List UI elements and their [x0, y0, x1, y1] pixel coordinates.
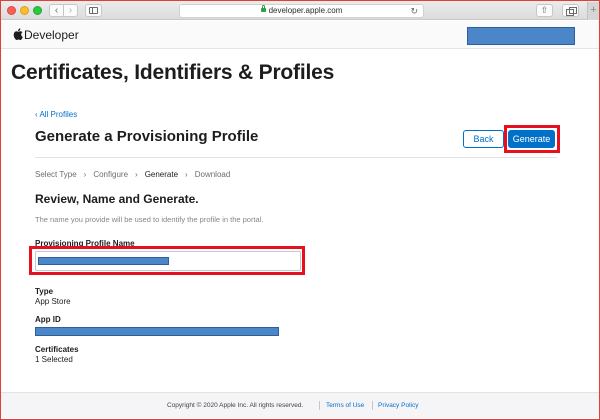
profile-name-redacted — [38, 257, 169, 265]
address-bar-url: developer.apple.com — [268, 6, 343, 15]
lock-icon — [260, 5, 266, 12]
step-select-type: Select Type — [35, 170, 77, 179]
site-header: Developer — [1, 21, 599, 49]
generate-button[interactable]: Generate — [508, 130, 555, 148]
type-label: Type — [35, 287, 54, 296]
address-bar[interactable]: developer.apple.com ↻ — [179, 4, 424, 18]
step-breadcrumb: Select Type › Configure › Generate › Download — [35, 170, 230, 179]
type-value: App Store — [35, 297, 71, 306]
reload-icon[interactable]: ↻ — [410, 5, 418, 17]
step-separator-icon: › — [83, 170, 87, 179]
plus-icon: + — [590, 4, 597, 16]
privacy-policy-link[interactable]: Privacy Policy — [378, 402, 418, 409]
sidebar-toggle-button[interactable] — [85, 4, 102, 17]
show-tabs-button[interactable] — [562, 4, 579, 17]
apple-logo-icon[interactable] — [13, 28, 23, 40]
section-title: Generate a Provisioning Profile — [35, 128, 259, 145]
copyright-text: Copyright © 2020 Apple Inc. All rights r… — [167, 402, 304, 409]
page-title: Certificates, Identifiers & Profiles — [11, 61, 335, 84]
zoom-window-icon[interactable] — [33, 6, 42, 15]
step-download: Download — [194, 170, 231, 179]
footer-divider — [319, 401, 320, 410]
account-menu-redacted[interactable] — [467, 27, 575, 45]
share-button[interactable]: ⇧ — [536, 4, 553, 17]
certificates-value: 1 Selected — [35, 355, 73, 364]
step-separator-icon: › — [185, 170, 188, 179]
chevron-left-icon: ‹ — [54, 5, 59, 16]
back-button[interactable]: Back — [463, 130, 504, 148]
sidebar-icon — [89, 7, 98, 14]
step-generate: Generate — [144, 170, 179, 179]
browser-back-button[interactable]: ‹ — [49, 4, 64, 17]
minimize-window-icon[interactable] — [20, 6, 29, 15]
step-configure: Configure — [93, 170, 129, 179]
developer-brand[interactable]: Developer — [24, 28, 79, 42]
step-separator-icon: › — [135, 170, 138, 179]
header-divider — [35, 157, 557, 158]
browser-forward-button[interactable]: › — [63, 4, 78, 17]
close-window-icon[interactable] — [7, 6, 16, 15]
profile-name-label: Provisioning Profile Name — [35, 239, 135, 248]
review-description: The name you provide will be used to ide… — [35, 215, 264, 224]
footer-divider — [372, 401, 373, 410]
page-footer: Copyright © 2020 Apple Inc. All rights r… — [1, 392, 599, 418]
share-icon: ⇧ — [540, 5, 549, 15]
review-title: Review, Name and Generate. — [35, 192, 199, 206]
certificates-label: Certificates — [35, 345, 79, 354]
browser-toolbar: ‹ › developer.apple.com ↻ ⇧ + — [1, 1, 599, 20]
terms-of-use-link[interactable]: Terms of Use — [326, 402, 364, 409]
app-id-redacted — [35, 327, 279, 336]
new-tab-button[interactable]: + — [587, 2, 599, 20]
app-id-label: App ID — [35, 315, 61, 324]
all-profiles-link[interactable]: ‹ All Profiles — [35, 110, 77, 119]
chevron-right-icon: › — [68, 5, 73, 16]
